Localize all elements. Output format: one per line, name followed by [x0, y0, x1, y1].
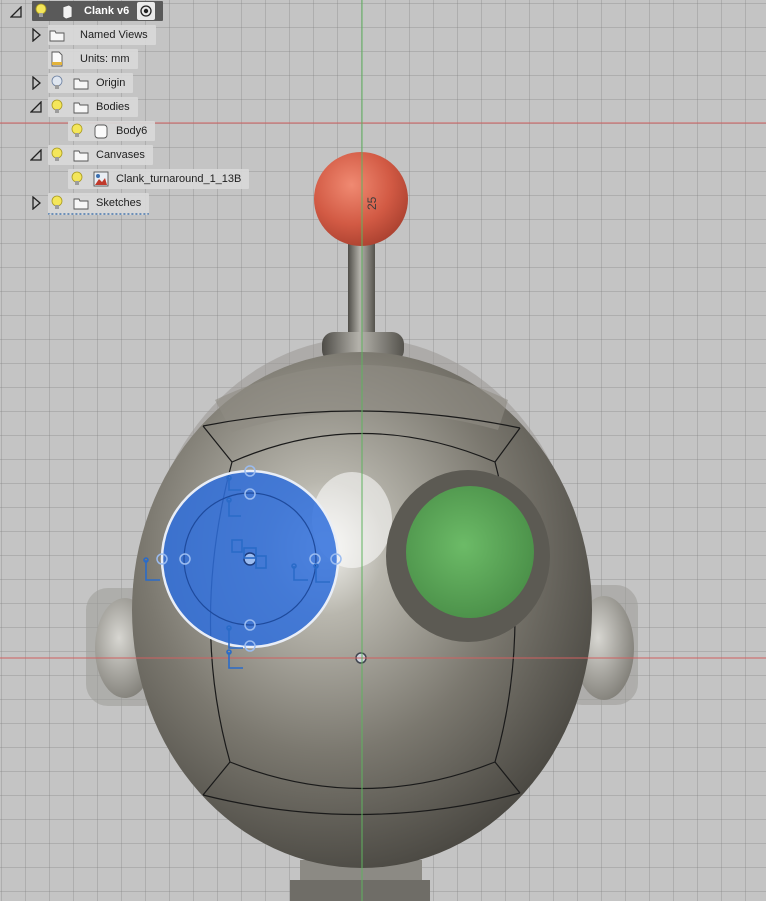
- component-icon: [58, 2, 76, 20]
- tree-item-label: Clank_turnaround_1_13B: [116, 173, 242, 185]
- expand-triangle-icon[interactable]: [29, 196, 43, 210]
- folder-icon: [48, 26, 66, 44]
- expand-triangle-icon[interactable]: [29, 76, 43, 90]
- folder-icon: [72, 98, 90, 116]
- units-document-icon: [48, 50, 66, 68]
- tree-item-body6[interactable]: Body6: [68, 121, 156, 141]
- folder-icon: [72, 146, 90, 164]
- folder-icon: [72, 194, 90, 212]
- lightbulb-icon[interactable]: [48, 146, 66, 164]
- tree-item-label: Origin: [96, 77, 126, 89]
- tree-item-label: Canvases: [96, 149, 145, 161]
- browser-root-chip[interactable]: Clank v6: [32, 1, 164, 21]
- tree-item-bodies[interactable]: Bodies: [48, 97, 138, 117]
- tree-item-units[interactable]: Units: mm: [48, 49, 138, 69]
- tree-item-origin[interactable]: Origin: [48, 73, 134, 93]
- antenna-ball: [314, 152, 408, 246]
- body-icon: [92, 122, 110, 140]
- lightbulb-icon[interactable]: [48, 98, 66, 116]
- tree-item-label: Named Views: [80, 29, 148, 41]
- activate-radio-icon[interactable]: [137, 2, 156, 20]
- collapse-triangle-icon[interactable]: [29, 100, 43, 114]
- expand-triangle-icon[interactable]: [29, 28, 43, 42]
- antenna: [314, 152, 408, 362]
- tree-item-canvases[interactable]: Canvases: [48, 145, 153, 165]
- lightbulb-icon[interactable]: [48, 194, 66, 212]
- tree-item-label: Bodies: [96, 101, 130, 113]
- tree-item-sketches[interactable]: Sketches: [48, 193, 150, 215]
- tree-item-label: Body6: [116, 125, 148, 137]
- collapse-triangle-icon[interactable]: [29, 148, 43, 162]
- tree-item-named-views[interactable]: Named Views: [48, 25, 156, 45]
- lightbulb-icon[interactable]: [48, 74, 66, 92]
- lightbulb-icon[interactable]: [68, 122, 86, 140]
- dimension-label[interactable]: 25: [365, 196, 379, 210]
- lightbulb-icon[interactable]: [68, 170, 86, 188]
- canvas-image-icon: [92, 170, 110, 188]
- tree-item-label: Units: mm: [80, 53, 130, 65]
- eye-right: [386, 470, 550, 642]
- lightbulb-icon[interactable]: [32, 2, 50, 20]
- collapse-triangle-icon[interactable]: [9, 5, 23, 19]
- tree-item-label: Sketches: [96, 197, 142, 209]
- sketch-center-point: [243, 552, 257, 566]
- folder-icon: [72, 74, 90, 92]
- browser-root-label: Clank v6: [84, 5, 130, 17]
- tree-item-canvas-image[interactable]: Clank_turnaround_1_13B: [68, 169, 250, 189]
